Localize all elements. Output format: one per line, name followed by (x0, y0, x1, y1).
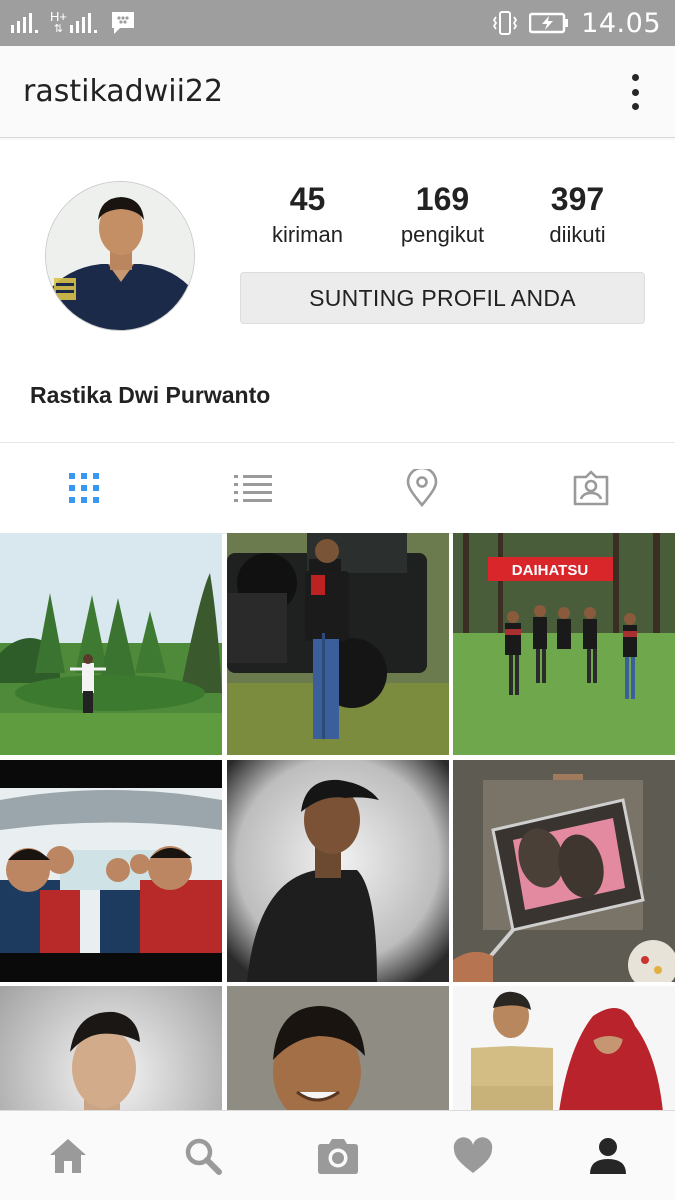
nav-search[interactable] (135, 1111, 270, 1200)
profile-icon (589, 1137, 626, 1174)
tab-grid[interactable] (0, 443, 169, 533)
photo-grid: DAIHATSU (0, 533, 675, 1110)
grid-post[interactable] (227, 760, 449, 982)
list-icon (234, 475, 273, 502)
grid-post[interactable] (0, 760, 222, 982)
heart-icon (453, 1136, 492, 1173)
post-image (227, 760, 449, 982)
search-icon (185, 1138, 222, 1175)
signal-bars-2-icon (69, 13, 97, 33)
bottom-navigation (0, 1110, 675, 1200)
profile-view-tabs (0, 442, 675, 534)
battery-charging-icon (529, 12, 569, 34)
grid-post[interactable] (227, 986, 449, 1110)
post-image (0, 533, 222, 755)
post-image (453, 760, 675, 982)
more-vert-icon (631, 74, 639, 81)
full-name: Rastika Dwi Purwanto (30, 382, 271, 408)
bbm-icon (111, 12, 134, 34)
post-image (0, 986, 222, 1110)
daihatsu-sign: DAIHATSU (512, 562, 588, 579)
clock: 14.05 (581, 7, 661, 39)
posts-count: 45 (289, 181, 326, 217)
status-right: 14.05 (493, 6, 661, 40)
vibrate-icon (493, 11, 518, 35)
nav-profile[interactable] (540, 1111, 675, 1200)
camera-icon (317, 1138, 358, 1174)
grid-post[interactable] (0, 986, 222, 1110)
grid-post[interactable]: DAIHATSU (453, 533, 675, 755)
posts-label: kiriman (272, 222, 343, 247)
more-options-button[interactable] (625, 72, 645, 112)
nav-home[interactable] (0, 1111, 135, 1200)
status-left: H+ ⇅ (10, 8, 137, 38)
post-image (227, 986, 449, 1110)
nav-activity[interactable] (405, 1111, 540, 1200)
grid-post[interactable] (0, 533, 222, 755)
post-image: DAIHATSU (453, 533, 675, 755)
tab-location[interactable] (338, 443, 507, 533)
profile-stats: 45 kiriman 169 pengikut 397 diikuti (240, 180, 645, 260)
post-image (453, 986, 675, 1110)
profile-header: rastikadwii22 (0, 46, 675, 138)
followers-count: 169 (415, 181, 470, 217)
grid-post[interactable] (453, 760, 675, 982)
post-image (0, 760, 222, 982)
stat-following[interactable]: 397 diikuti (510, 180, 645, 260)
avatar[interactable] (45, 181, 195, 331)
following-count: 397 (550, 181, 605, 217)
grid-post[interactable] (227, 533, 449, 755)
tab-list[interactable] (169, 443, 338, 533)
username: rastikadwii22 (23, 74, 224, 109)
profile-photo (46, 182, 194, 330)
stat-posts[interactable]: 45 kiriman (240, 180, 375, 260)
grid-post[interactable] (453, 986, 675, 1110)
location-pin-icon (406, 469, 438, 507)
tagged-person-icon (573, 470, 608, 506)
signal-bars-icon (11, 13, 38, 33)
following-label: diikuti (549, 222, 606, 247)
home-icon (49, 1138, 86, 1173)
followers-label: pengikut (400, 222, 485, 247)
tab-tagged[interactable] (506, 443, 675, 533)
network-type-label: H+ (50, 9, 67, 24)
network-type: H+ ⇅ (50, 9, 99, 35)
edit-profile-button[interactable]: SUNTING PROFIL ANDA (240, 272, 645, 324)
grid-icon (69, 473, 100, 503)
nav-camera[interactable] (270, 1111, 405, 1200)
stat-followers[interactable]: 169 pengikut (375, 180, 510, 260)
status-bar: H+ ⇅ 14.05 (0, 0, 675, 46)
post-image (227, 533, 449, 755)
